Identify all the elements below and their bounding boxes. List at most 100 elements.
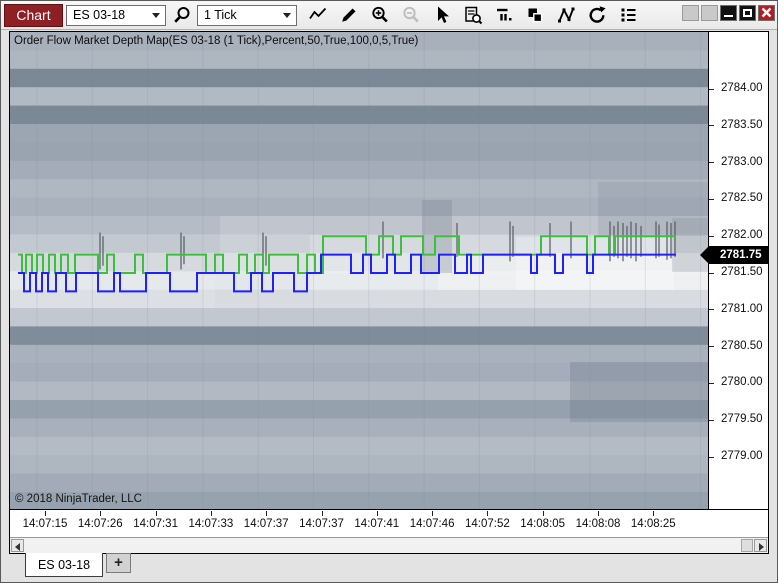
tab-es-03-18[interactable]: ES 03-18 [25, 553, 103, 577]
add-tab-button[interactable]: + [106, 553, 131, 573]
scrollbar-thumb[interactable] [741, 539, 753, 552]
zoom-in-icon [372, 6, 388, 23]
time-label: 14:07:15 [22, 518, 68, 530]
cursor-button[interactable] [430, 4, 454, 26]
chart-panel-button[interactable] [492, 4, 516, 26]
price-tick [709, 125, 714, 127]
minimize-button[interactable] [720, 5, 737, 21]
price-label: 2782.00 [721, 229, 763, 242]
price-tick [709, 198, 714, 200]
interval-value: 1 Tick [204, 8, 237, 22]
time-tick [155, 511, 157, 516]
minimize-icon [724, 15, 733, 17]
reload-button[interactable] [585, 4, 609, 26]
price-label: 2780.00 [721, 376, 763, 389]
time-label: 14:07:31 [133, 518, 178, 530]
price-marker-arrow-icon [700, 245, 709, 264]
price-tick [709, 235, 714, 237]
price-label: 2783.50 [721, 118, 763, 131]
time-tick [321, 511, 323, 516]
time-axis[interactable]: 14:07:15 14:07:26 14:07:31 14:07:33 14:07:37… [10, 509, 768, 537]
time-tick [100, 511, 102, 516]
price-label: 2782.50 [721, 192, 763, 205]
triangle-right-icon [759, 542, 764, 551]
data-box-icon [465, 6, 483, 25]
price-tick [709, 88, 714, 90]
price-label: 2780.50 [721, 339, 763, 352]
maximize-icon [743, 9, 752, 17]
current-price-label: 2781.75 [720, 248, 762, 261]
time-label: 14:07:41 [354, 518, 400, 530]
time-label: 14:08:05 [520, 518, 566, 530]
zoom-in-button[interactable] [368, 4, 392, 26]
chevron-down-icon [152, 13, 160, 18]
cursor-icon [438, 6, 449, 23]
time-label: 14:07:52 [465, 518, 510, 530]
chart-panel: Order Flow Market Depth Map(ES 03-18 (1 … [9, 31, 769, 554]
price-tick [709, 309, 714, 311]
scroll-right-button[interactable] [754, 539, 767, 552]
instrument-value: ES 03-18 [73, 8, 126, 22]
price-label: 2779.00 [721, 450, 763, 463]
close-icon [761, 7, 772, 18]
chart-panel-icon [497, 8, 512, 21]
time-tick [487, 511, 489, 516]
chart-window: Chart ES 03-18 1 Tick Order Flow Market … [0, 0, 778, 583]
horizontal-scrollbar[interactable] [10, 537, 768, 553]
price-tick [709, 419, 714, 421]
price-tick [709, 382, 714, 384]
title-bar[interactable]: Chart ES 03-18 1 Tick [1, 1, 777, 30]
properties-list-button[interactable] [616, 4, 640, 26]
polyline-icon [558, 7, 575, 23]
zoom-out-button[interactable] [399, 4, 423, 26]
data-box-button[interactable] [461, 4, 485, 26]
chart-style-button[interactable] [306, 4, 330, 26]
time-tick [210, 511, 212, 516]
instrument-selector[interactable]: ES 03-18 [66, 5, 166, 26]
time-tick [653, 511, 655, 516]
window-extra-button-1[interactable] [682, 5, 699, 21]
time-label: 14:07:37 [243, 518, 289, 530]
price-label: 2783.00 [721, 155, 763, 168]
stacked-windows-icon [528, 8, 543, 23]
price-label: 2779.50 [721, 413, 763, 426]
pencil-icon [342, 8, 356, 22]
stacked-windows-button[interactable] [523, 4, 547, 26]
depth-map-canvas [10, 32, 708, 509]
current-price-marker: 2781.75 [700, 245, 768, 264]
instrument-search-button[interactable] [170, 4, 194, 26]
time-tick [45, 511, 46, 516]
time-label: 14:08:08 [575, 518, 621, 530]
price-tick [709, 162, 714, 164]
time-label: 14:08:25 [630, 518, 676, 530]
close-button[interactable] [758, 5, 775, 21]
price-label: 2781.50 [721, 266, 763, 279]
window-extra-button-2[interactable] [701, 5, 718, 21]
properties-list-icon [621, 8, 636, 22]
reload-icon [589, 6, 606, 23]
price-label: 2781.00 [721, 302, 763, 315]
chart-style-icon [309, 7, 327, 20]
time-label: 14:07:46 [409, 518, 455, 530]
search-icon [174, 7, 190, 23]
interval-selector[interactable]: 1 Tick [197, 5, 297, 26]
price-tick [709, 272, 714, 274]
tab-bar: ES 03-18 + [9, 553, 767, 581]
time-tick [598, 511, 599, 516]
drawing-tools-button[interactable] [337, 4, 361, 26]
time-tick [376, 511, 378, 516]
scroll-left-button[interactable] [11, 539, 24, 552]
triangle-left-icon [15, 542, 20, 551]
price-tick [709, 346, 714, 348]
polyline-button[interactable] [554, 4, 578, 26]
toolbar-icons [306, 4, 640, 26]
price-axis[interactable]: 2781.75 2784.00 2783.50 2783.00 2782.50 2782… [700, 32, 768, 509]
price-tick [709, 456, 714, 458]
chart-plot-area[interactable]: Order Flow Market Depth Map(ES 03-18 (1 … [10, 32, 708, 509]
chart-menu-button[interactable]: Chart [4, 4, 63, 27]
time-label: 14:07:37 [299, 518, 344, 530]
chevron-down-icon [283, 13, 291, 18]
maximize-button[interactable] [739, 5, 756, 21]
time-label: 14:07:33 [188, 518, 234, 530]
zoom-out-icon [403, 6, 419, 23]
